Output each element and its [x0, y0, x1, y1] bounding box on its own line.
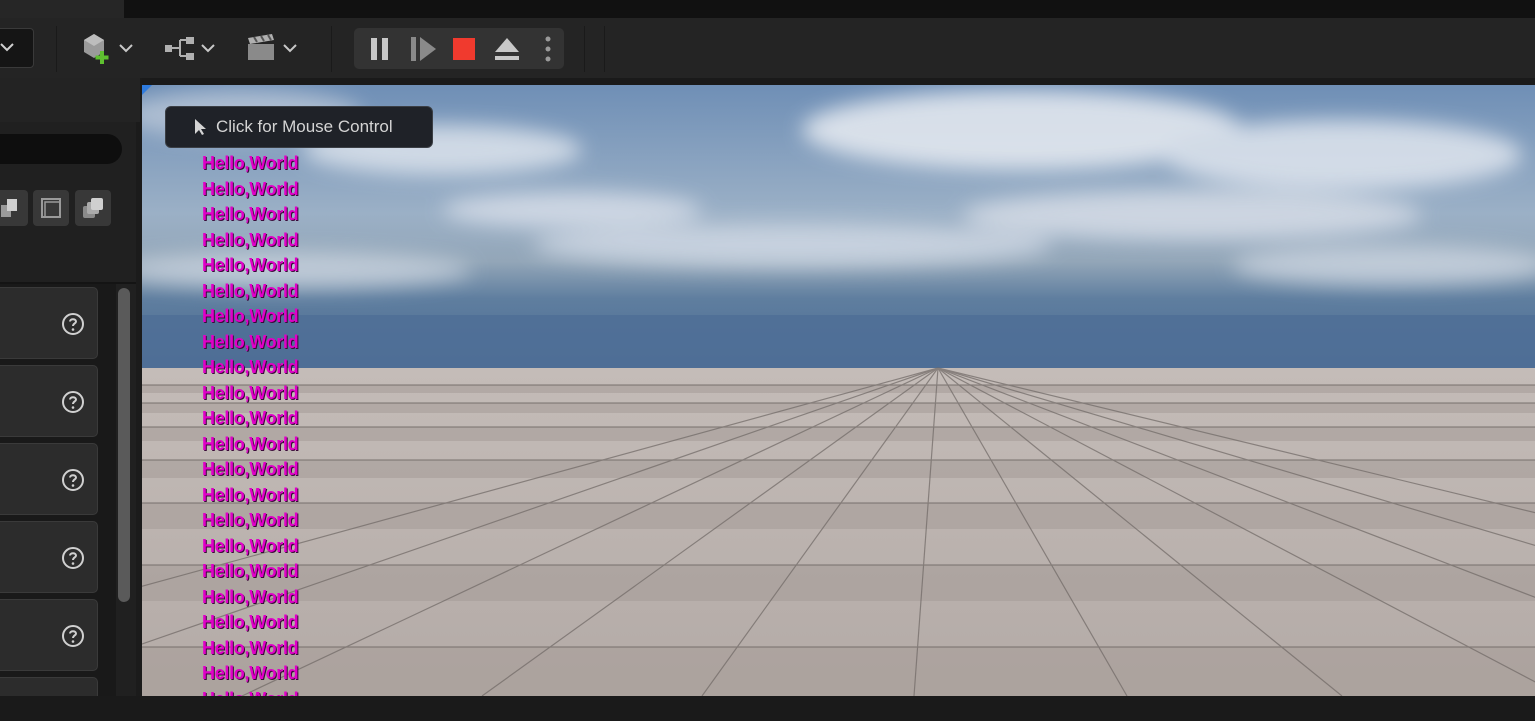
window-top-strip — [0, 0, 1535, 18]
pause-button[interactable] — [362, 28, 398, 69]
play-controls — [354, 28, 564, 69]
viewport-corner-marker — [142, 85, 152, 95]
debug-text-line: Hello,World — [202, 229, 299, 250]
mouse-control-button[interactable]: Click for Mouse Control — [165, 106, 433, 148]
blueprints-button[interactable] — [162, 30, 220, 66]
debug-text-line: Hello,World — [202, 484, 299, 505]
panel-scrollbar[interactable] — [118, 288, 130, 602]
debug-text-line: Hello,World — [202, 280, 299, 301]
eject-icon — [495, 37, 519, 60]
help-icon[interactable] — [61, 624, 85, 653]
debug-text-line: Hello,World — [202, 382, 299, 403]
debug-text-line: Hello,World — [202, 408, 299, 428]
debug-text-line: Hello,World — [202, 153, 299, 173]
debug-text-line: Hello,World — [202, 510, 299, 530]
debug-text-line: Hello,World — [202, 204, 299, 224]
help-icon[interactable] — [61, 468, 85, 497]
debug-text-line: Hello,World — [202, 663, 299, 683]
mouse-control-label: Click for Mouse Control — [216, 117, 393, 136]
list-item[interactable] — [0, 599, 98, 671]
list-item[interactable] — [0, 287, 98, 359]
layers-icon — [1, 199, 17, 217]
cinematics-clapper-icon — [248, 34, 297, 60]
debug-text-list: Hello,World Hello,World Hello,World Hell… — [202, 151, 299, 697]
list-item[interactable] — [0, 677, 98, 697]
frame-step-button[interactable] — [406, 28, 442, 69]
viewport-border — [142, 78, 1535, 85]
frame-step-icon — [411, 36, 436, 61]
toolbar-divider — [331, 26, 332, 72]
debug-text-line: Hello,World — [202, 459, 299, 479]
debug-text-line: Hello,World — [202, 433, 299, 454]
level-viewport[interactable]: Click for Mouse Control Hello,World Hell… — [142, 85, 1535, 696]
scene-render — [142, 85, 1535, 696]
debug-text-line: Hello,World — [202, 535, 299, 556]
list-item[interactable] — [0, 443, 98, 515]
toolbar-divider — [56, 26, 57, 72]
tab-fragment[interactable] — [0, 0, 124, 18]
status-bar — [0, 696, 1535, 721]
list-item[interactable] — [0, 521, 98, 593]
debug-text-line: Hello,World — [202, 687, 299, 697]
debug-text-line: Hello,World — [202, 331, 299, 352]
left-panel-header — [0, 78, 140, 122]
toolbar-divider — [584, 26, 585, 72]
single-window-icon — [41, 198, 61, 218]
debug-text-line: Hello,World — [202, 178, 299, 199]
debug-text-line: Hello,World — [202, 561, 299, 581]
debug-text-line: Hello,World — [202, 306, 299, 326]
help-icon[interactable] — [61, 312, 85, 341]
cinematics-button[interactable] — [244, 30, 302, 66]
help-icon[interactable] — [61, 390, 85, 419]
chevron-down-icon — [0, 43, 14, 52]
debug-text-line: Hello,World — [202, 586, 299, 607]
toolbar-divider — [604, 26, 605, 72]
search-input[interactable] — [0, 134, 122, 164]
debug-text-line: Hello,World — [202, 255, 299, 275]
debug-text-line: Hello,World — [202, 612, 299, 632]
stacked-windows-button[interactable] — [75, 190, 111, 226]
stacked-windows-icon — [83, 198, 103, 218]
eject-button[interactable] — [489, 28, 525, 69]
stop-button[interactable] — [446, 28, 482, 69]
stop-icon — [453, 37, 475, 60]
more-options-button[interactable] — [530, 28, 566, 69]
mouse-pointer-icon — [194, 118, 206, 136]
list-item[interactable] — [0, 365, 98, 437]
blueprint-graph-icon — [165, 37, 215, 60]
mode-dropdown[interactable] — [0, 28, 34, 68]
debug-text-line: Hello,World — [202, 357, 299, 377]
add-actor-button[interactable] — [80, 30, 138, 66]
single-window-button[interactable] — [33, 190, 69, 226]
main-toolbar — [0, 18, 1535, 78]
more-vertical-icon — [545, 36, 551, 61]
debug-text-line: Hello,World — [202, 637, 299, 658]
layers-button[interactable] — [0, 190, 28, 226]
pause-icon — [371, 37, 388, 60]
help-icon[interactable] — [61, 546, 85, 575]
add-actor-icon — [84, 34, 133, 64]
